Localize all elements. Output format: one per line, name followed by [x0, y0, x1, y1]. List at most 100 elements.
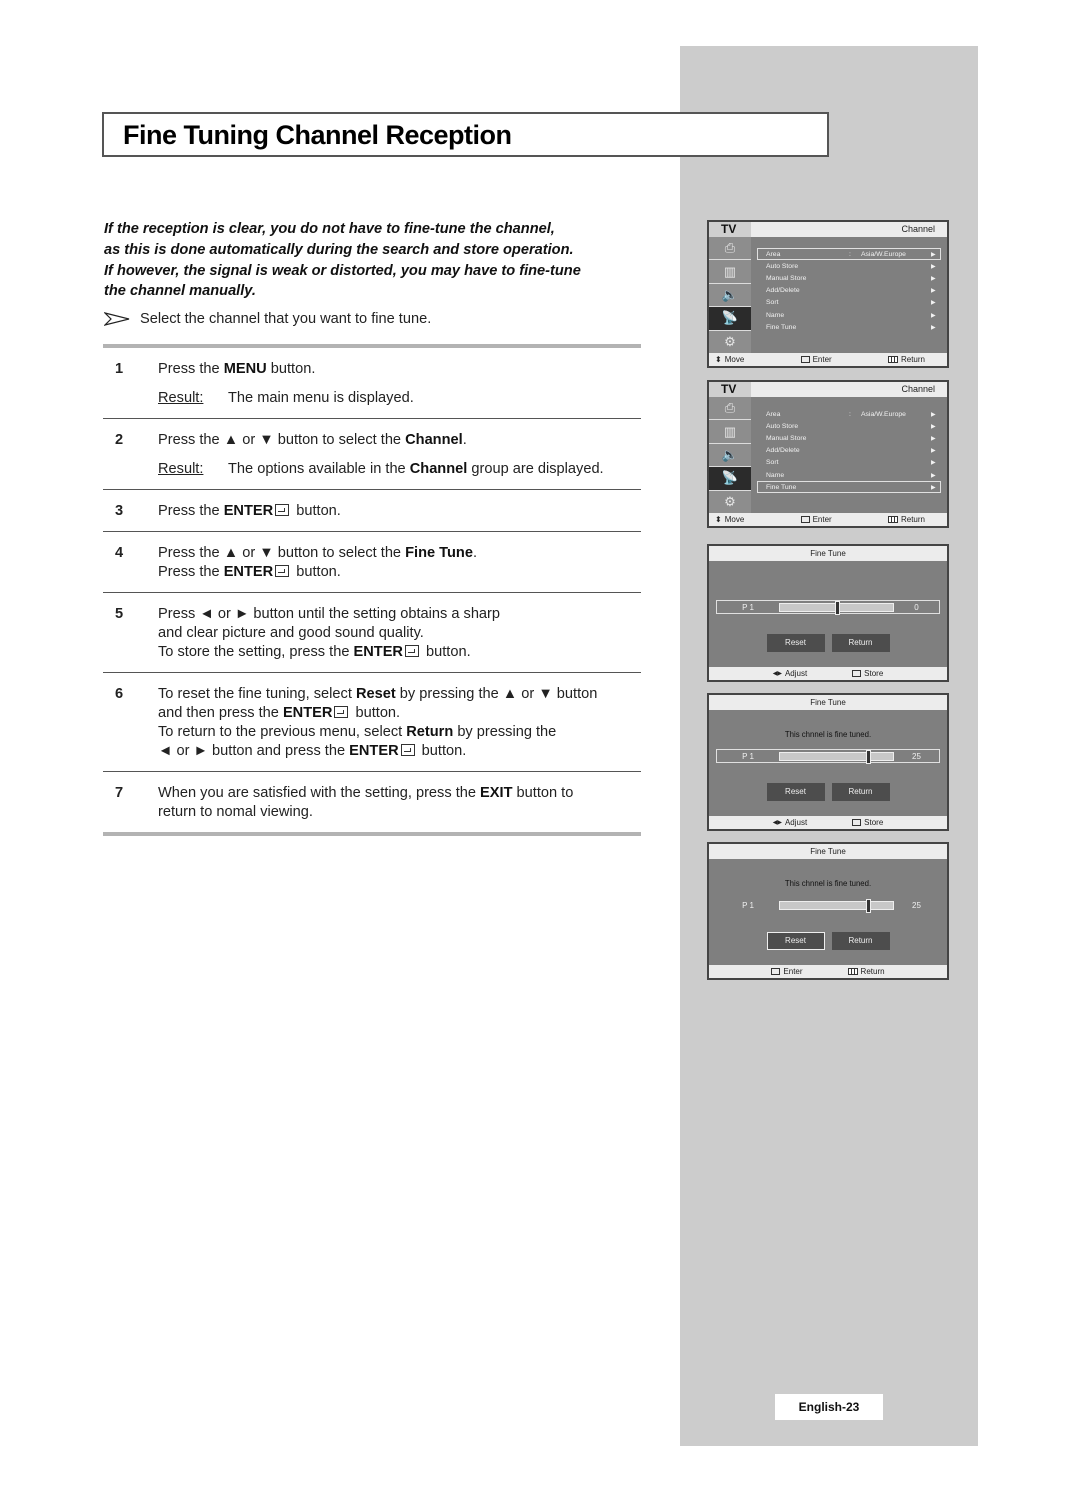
sound-icon[interactable]: 🔈: [709, 443, 751, 468]
input-icon[interactable]: ⎙: [709, 237, 751, 261]
menu-item[interactable]: Name ▶: [757, 469, 941, 481]
bold-term: ENTER: [349, 743, 399, 759]
fine-tune-slider[interactable]: [779, 749, 894, 764]
menu-item[interactable]: Fine Tune ▶: [757, 481, 941, 494]
menu-item[interactable]: Auto Store ▶: [757, 260, 941, 272]
bold-term: ENTER: [282, 705, 333, 721]
chevron-right-icon: ▶: [931, 448, 936, 455]
enter-icon: [800, 516, 810, 523]
menu-item[interactable]: Fine Tune ▶: [757, 321, 941, 333]
menu-icon: [887, 516, 898, 523]
menu-item-label: Sort: [766, 459, 779, 467]
menu-item[interactable]: Add/Delete ▶: [757, 285, 941, 297]
footer-move: ⬍ Move: [715, 355, 744, 364]
menu-header: TV Channel: [709, 382, 947, 397]
bold-term: MENU: [223, 361, 267, 377]
note: Select the channel that you want to fine…: [104, 311, 431, 327]
menu-title: Channel: [901, 224, 935, 234]
step-number: 4: [115, 545, 124, 561]
footer-return: Return: [887, 355, 925, 364]
fine-tune-slider-row[interactable]: P 1 25: [716, 749, 940, 764]
menu-item[interactable]: Auto Store ▶: [757, 420, 941, 432]
menu-item[interactable]: Area: Asia/W.Europe ▶: [757, 408, 941, 420]
screen-footer: Enter Return: [709, 965, 947, 978]
footer-hint: Store: [852, 669, 883, 678]
tv-channel-menu: TV Channel ⎙ ▥ 🔈 📡 ⚙ Area: Asia/W.Europe ▶ Auto St…: [707, 220, 949, 368]
bold-term: ENTER: [353, 644, 403, 660]
step-item: 6 To reset the fine tuning, select Reset …: [103, 673, 641, 772]
tv-label: TV: [709, 222, 751, 237]
picture-icon[interactable]: ▥: [709, 420, 751, 444]
step-item: 3 Press the ENTER button.: [103, 490, 641, 532]
reset-button[interactable]: Reset: [766, 634, 825, 652]
step-item: 5 Press ◄ or ► button until the setting o…: [103, 593, 641, 673]
chevron-right-icon: ▶: [931, 275, 936, 282]
step-number: 1: [115, 361, 124, 377]
channel-icon[interactable]: 📡: [709, 467, 751, 491]
step-line: Press the ▲ or ▼ button to select the Fi…: [158, 545, 478, 561]
channel-icon[interactable]: 📡: [709, 307, 751, 331]
menu-item[interactable]: Add/Delete ▶: [757, 445, 941, 457]
menu-item[interactable]: Sort ▶: [757, 297, 941, 309]
footer-hint: ◀▶ Adjust: [773, 669, 807, 678]
return-button[interactable]: Return: [831, 634, 890, 652]
step-result: Result: The options available in the Chan…: [158, 460, 641, 479]
return-button[interactable]: Return: [831, 783, 890, 801]
updown-arrows-icon: ⬍: [715, 515, 722, 524]
enter-icon: [334, 706, 349, 718]
chevron-right-icon: ▶: [931, 435, 936, 442]
step-line: Press the ENTER button.: [158, 564, 341, 580]
fine-tune-value: 25: [912, 900, 921, 910]
fine-tune-slider[interactable]: [779, 898, 894, 913]
footer-return: Return: [887, 515, 925, 524]
menu-body: ⎙ ▥ 🔈 📡 ⚙ Area: Asia/W.Europe ▶ Auto Store ▶ Manua…: [709, 397, 947, 514]
step-number: 7: [115, 785, 124, 801]
setup-icon[interactable]: ⚙: [709, 330, 751, 354]
slider-thumb[interactable]: [866, 898, 872, 913]
page-title: Fine Tuning Channel Reception: [123, 120, 512, 150]
footer-label: Enter: [783, 967, 803, 976]
slider-thumb[interactable]: [866, 749, 872, 764]
enter-icon: [404, 645, 419, 657]
step-body: Press the ▲ or ▼ button to select the Ch…: [158, 431, 641, 479]
menu-item-label: Fine Tune: [766, 483, 797, 491]
result-text: The options available in the Channel gro…: [228, 461, 604, 477]
setup-icon[interactable]: ⚙: [709, 490, 751, 514]
step-line: ◄ or ► button and press the ENTER button…: [158, 743, 467, 759]
fine-tune-value: 25: [912, 751, 921, 761]
menu-item[interactable]: Manual Store ▶: [757, 432, 941, 444]
separator: :: [849, 250, 851, 258]
sound-icon[interactable]: 🔈: [709, 283, 751, 308]
menu-item[interactable]: Area: Asia/W.Europe ▶: [757, 248, 941, 261]
input-icon[interactable]: ⎙: [709, 397, 751, 421]
step-body: Press ◄ or ► button until the setting ob…: [158, 605, 641, 662]
menu-item[interactable]: Sort ▶: [757, 457, 941, 469]
reset-button[interactable]: Reset: [766, 932, 825, 950]
result-text: The main menu is displayed.: [228, 390, 414, 406]
menu-item[interactable]: Name ▶: [757, 309, 941, 321]
step-line: To return to the previous menu, select R…: [158, 724, 557, 740]
footer-label: Store: [864, 818, 884, 827]
picture-icon[interactable]: ▥: [709, 260, 751, 284]
reset-button[interactable]: Reset: [766, 783, 825, 801]
intro-line: as this is done automatically during the…: [104, 241, 574, 258]
title-box: Fine Tuning Channel Reception: [102, 112, 829, 157]
chevron-right-icon: ▶: [931, 484, 936, 491]
slider-thumb[interactable]: [834, 600, 840, 615]
tv-label: TV: [709, 382, 751, 397]
chevron-right-icon: ▶: [931, 288, 936, 295]
menu-item[interactable]: Manual Store ▶: [757, 272, 941, 284]
tv-fine-tune-screen: Fine Tune P 1 0 Reset Return ◀▶ Adjust Store: [707, 544, 949, 682]
fine-tune-slider-row[interactable]: P 1 0: [716, 600, 940, 615]
return-button[interactable]: Return: [831, 932, 890, 950]
menu-list: Area: Asia/W.Europe ▶ Auto Store ▶ Manual Sto…: [751, 237, 947, 353]
intro-line: If the reception is clear, you do not ha…: [104, 221, 555, 237]
bold-term: Reset: [355, 686, 396, 702]
bold-term: Channel: [405, 432, 463, 448]
fine-tune-slider-row[interactable]: P 1 25: [716, 898, 940, 913]
chevron-right-icon: ▶: [931, 263, 936, 270]
footer-label: Return: [900, 355, 925, 364]
fine-tune-slider[interactable]: [779, 600, 894, 615]
menu-icon-column: ⎙ ▥ 🔈 📡 ⚙: [709, 237, 751, 354]
enter-icon: [400, 744, 415, 756]
